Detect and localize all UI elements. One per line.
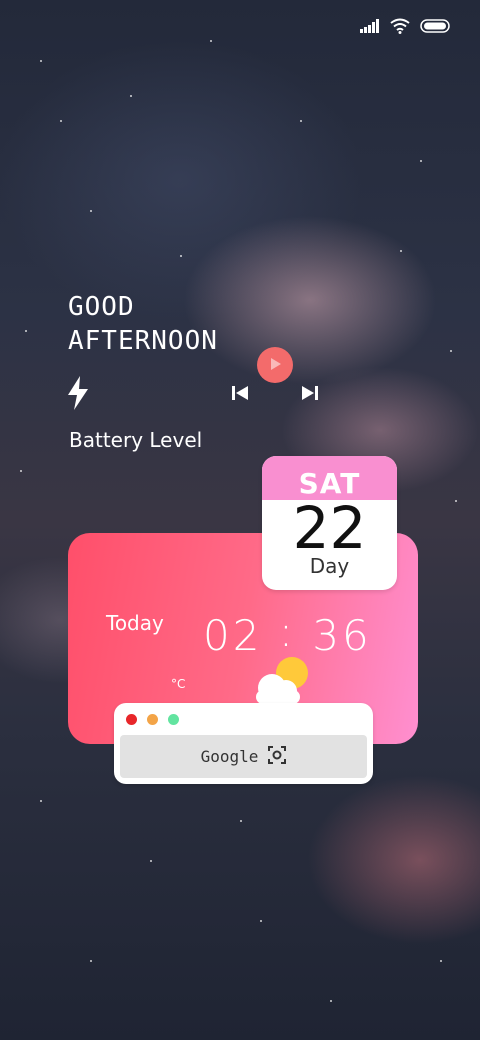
window-maximize-dot — [168, 714, 179, 725]
today-label: Today — [106, 611, 164, 635]
status-bar — [360, 18, 450, 34]
calendar-day-label: Day — [309, 554, 350, 578]
search-label: Google — [200, 747, 259, 766]
google-search-bar[interactable]: Google — [120, 735, 367, 778]
greeting-line-2: AFTERNOON — [68, 326, 218, 356]
greeting-line-1: GOOD — [68, 292, 135, 322]
clock-time: 02 : 36 — [203, 607, 372, 660]
clock-hours: 02 — [203, 611, 263, 660]
next-track-icon — [300, 386, 320, 407]
lightning-bolt-icon — [66, 376, 90, 414]
calendar-widget[interactable]: SAT 22 Day — [262, 456, 397, 590]
calendar-day-number: 22 — [292, 494, 367, 562]
window-minimize-dot — [147, 714, 158, 725]
battery-level-label: Battery Level — [69, 428, 203, 452]
clock-separator: : — [278, 607, 296, 656]
battery-icon — [420, 19, 450, 33]
partly-cloudy-icon — [248, 656, 314, 708]
greeting: GOOD AFTERNOON — [68, 290, 218, 358]
temperature-unit: °C — [171, 677, 186, 691]
play-button[interactable] — [257, 347, 293, 383]
signal-icon — [360, 19, 380, 33]
play-icon — [268, 356, 282, 375]
previous-track-button[interactable] — [230, 383, 250, 407]
previous-track-icon — [230, 386, 250, 407]
scan-icon[interactable] — [268, 745, 287, 768]
wifi-icon — [390, 18, 410, 34]
clock-minutes: 36 — [312, 611, 372, 660]
window-close-dot — [126, 714, 137, 725]
starfield-background — [0, 0, 480, 1040]
google-search-widget: Google — [114, 703, 373, 784]
next-track-button[interactable] — [300, 383, 320, 407]
